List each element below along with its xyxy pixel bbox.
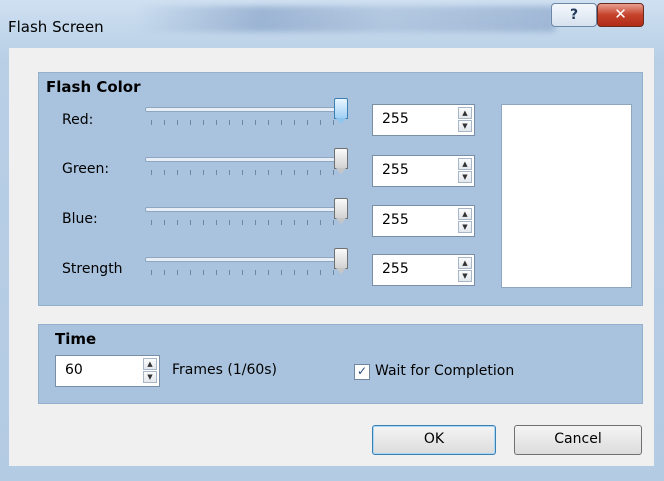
spin-up-icon[interactable]: ▲ — [143, 358, 157, 370]
slider-ticks — [151, 170, 341, 175]
red-spinbox[interactable]: 255 ▲ ▼ — [372, 104, 475, 136]
red-slider[interactable] — [145, 98, 350, 128]
spin-up-icon[interactable]: ▲ — [458, 257, 472, 269]
time-heading: Time — [55, 330, 97, 348]
red-label: Red: — [62, 112, 94, 128]
slider-track — [145, 157, 343, 162]
slider-ticks — [151, 270, 341, 275]
slider-ticks — [151, 120, 341, 125]
green-spinbox[interactable]: 255 ▲ ▼ — [372, 155, 475, 187]
slider-track — [145, 257, 343, 262]
strength-label: Strength — [62, 261, 123, 277]
green-value[interactable]: 255 — [382, 162, 409, 178]
slider-thumb[interactable] — [334, 148, 348, 174]
frames-spinbox[interactable]: 60 ▲ ▼ — [55, 355, 160, 387]
checkmark-icon: ✓ — [356, 364, 368, 378]
slider-thumb[interactable] — [334, 98, 348, 124]
slider-track — [145, 207, 343, 212]
spin-down-icon[interactable]: ▼ — [458, 120, 472, 132]
blue-slider[interactable] — [145, 198, 350, 228]
blue-spinbox[interactable]: 255 ▲ ▼ — [372, 205, 475, 237]
spin-down-icon[interactable]: ▼ — [458, 270, 472, 282]
spin-down-icon[interactable]: ▼ — [458, 171, 472, 183]
dialog-window: Flash Screen ? ✕ Flash Color Red: 255 ▲ … — [0, 0, 664, 481]
strength-slider[interactable] — [145, 248, 350, 278]
spin-up-icon[interactable]: ▲ — [458, 107, 472, 119]
close-button[interactable]: ✕ — [597, 3, 644, 27]
strength-spinbox[interactable]: 255 ▲ ▼ — [372, 254, 475, 286]
frames-unit-label: Frames (1/60s) — [172, 362, 278, 378]
spin-down-icon[interactable]: ▼ — [458, 221, 472, 233]
frames-value[interactable]: 60 — [65, 362, 83, 378]
ok-button[interactable]: OK — [372, 425, 496, 455]
help-button[interactable]: ? — [551, 3, 597, 27]
slider-thumb[interactable] — [334, 248, 348, 274]
green-label: Green: — [62, 161, 110, 177]
strength-value[interactable]: 255 — [382, 261, 409, 277]
red-value[interactable]: 255 — [382, 111, 409, 127]
blue-value[interactable]: 255 — [382, 212, 409, 228]
background-window-blur — [135, 6, 555, 32]
cancel-button[interactable]: Cancel — [514, 425, 642, 455]
slider-ticks — [151, 220, 341, 225]
spin-up-icon[interactable]: ▲ — [458, 208, 472, 220]
slider-thumb[interactable] — [334, 198, 348, 224]
flash-color-heading: Flash Color — [46, 78, 141, 96]
slider-track — [145, 107, 343, 112]
spin-down-icon[interactable]: ▼ — [143, 371, 157, 383]
spin-up-icon[interactable]: ▲ — [458, 158, 472, 170]
window-title: Flash Screen — [8, 18, 104, 36]
blue-label: Blue: — [62, 211, 98, 227]
wait-for-completion-checkbox[interactable]: ✓ — [354, 364, 370, 380]
wait-for-completion-label[interactable]: Wait for Completion — [375, 363, 514, 379]
green-slider[interactable] — [145, 148, 350, 178]
color-preview — [501, 104, 632, 288]
